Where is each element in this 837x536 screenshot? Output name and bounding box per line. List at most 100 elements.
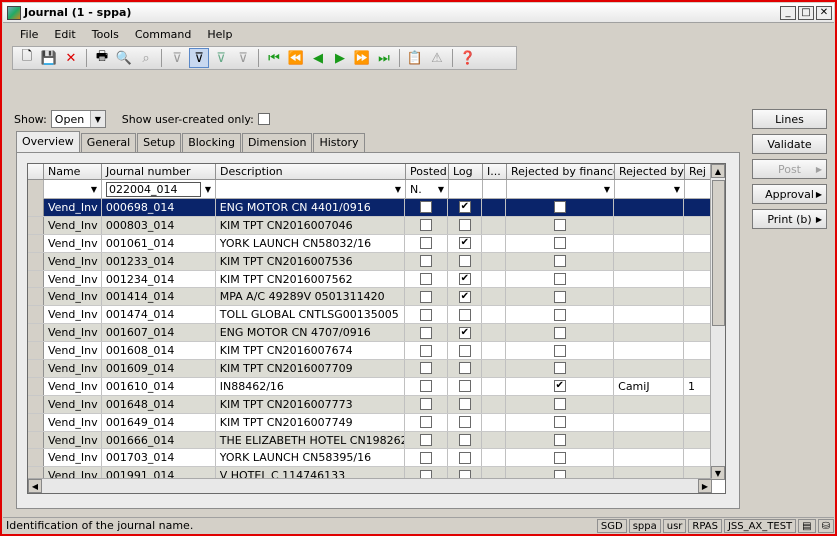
posted-cell[interactable] xyxy=(405,199,449,216)
row-selector[interactable] xyxy=(28,431,44,449)
database-icon[interactable]: ⛁ xyxy=(817,518,834,533)
cell-journal-number[interactable]: 001648_014 xyxy=(102,395,216,413)
cell-journal-number[interactable]: 001666_014 xyxy=(102,431,216,449)
log-cell[interactable] xyxy=(448,252,483,270)
cell-name[interactable]: Vend_Inv xyxy=(44,395,102,413)
cell-description[interactable]: KIM TPT CN2016007562 xyxy=(216,270,406,288)
cell-name[interactable]: Vend_Inv xyxy=(44,342,102,360)
row-selector[interactable] xyxy=(28,306,44,324)
cell-description[interactable]: KIM TPT CN2016007046 xyxy=(216,216,406,234)
approval-button[interactable]: Approval ▶ xyxy=(752,184,827,204)
log-checkbox[interactable] xyxy=(458,380,471,393)
cell-rejected-by[interactable] xyxy=(614,413,685,431)
log-checkbox[interactable] xyxy=(458,398,471,411)
help-icon[interactable]: ❓ xyxy=(458,48,478,68)
rejected-by-finance-checkbox[interactable] xyxy=(553,326,566,339)
filter-by-selection-icon[interactable]: ⊽ xyxy=(189,48,209,68)
rejected-by-finance-cell[interactable]: ✔ xyxy=(506,377,615,395)
filter-rejected-by[interactable]: ▼ xyxy=(615,180,685,199)
row-selector[interactable] xyxy=(28,324,44,342)
rejected-by-finance-checkbox[interactable] xyxy=(553,308,566,321)
first-record-icon[interactable]: ⏮ xyxy=(264,48,284,68)
log-cell[interactable] xyxy=(448,360,483,377)
filter-log[interactable] xyxy=(449,180,483,199)
cell-name[interactable]: Vend_Inv xyxy=(44,288,102,306)
cell-description[interactable]: KIM TPT CN2016007709 xyxy=(216,360,406,377)
cell-description[interactable]: KIM TPT CN2016007674 xyxy=(216,342,406,360)
rejected-by-finance-checkbox[interactable] xyxy=(553,416,566,429)
cell-rejected-by[interactable] xyxy=(614,395,685,413)
posted-checkbox[interactable] xyxy=(420,237,433,250)
rejected-by-finance-cell[interactable] xyxy=(506,288,615,306)
posted-cell[interactable] xyxy=(405,270,449,288)
user-created-checkbox[interactable] xyxy=(257,113,270,125)
cell-name[interactable]: Vend_Inv xyxy=(44,413,102,431)
rejected-by-finance-checkbox[interactable] xyxy=(553,434,566,447)
posted-cell[interactable] xyxy=(405,449,449,467)
posted-cell[interactable] xyxy=(405,377,449,395)
cell-rej[interactable] xyxy=(684,324,713,342)
posted-cell[interactable] xyxy=(405,324,449,342)
posted-checkbox[interactable] xyxy=(420,308,433,321)
row-selector[interactable] xyxy=(28,199,44,216)
tab-blocking[interactable]: Blocking xyxy=(182,133,241,152)
cell-name[interactable]: Vend_Inv xyxy=(44,270,102,288)
cell-name[interactable]: Vend_Inv xyxy=(44,306,102,324)
log-checkbox[interactable] xyxy=(458,255,471,268)
log-checkbox[interactable]: ✔ xyxy=(458,290,471,303)
rejected-by-finance-checkbox[interactable] xyxy=(553,255,566,268)
col-rejected-by-finance[interactable]: Rejected by finance xyxy=(507,164,615,180)
print-button[interactable]: Print (b) ▶ xyxy=(752,209,827,229)
chevron-down-icon[interactable]: ▼ xyxy=(604,185,610,194)
cell-journal-number[interactable]: 001607_014 xyxy=(102,324,216,342)
scroll-right-icon[interactable]: ▶ xyxy=(698,479,712,493)
cell-rej[interactable]: 1 xyxy=(684,377,713,395)
table-row[interactable]: Vend_Inv 001234_014 KIM TPT CN2016007562 ✔ xyxy=(28,270,713,289)
vertical-scroll-thumb[interactable] xyxy=(712,180,725,326)
cell-description[interactable]: YORK LAUNCH CN58395/16 xyxy=(216,449,406,467)
cell-rejected-by[interactable] xyxy=(614,234,685,252)
posted-checkbox[interactable] xyxy=(420,344,433,357)
rejected-by-finance-cell[interactable] xyxy=(506,342,615,360)
cell-i[interactable] xyxy=(482,234,507,252)
cell-rej[interactable] xyxy=(684,216,713,234)
rejected-by-finance-checkbox[interactable] xyxy=(553,362,566,375)
row-selector[interactable] xyxy=(28,234,44,252)
cell-rej[interactable] xyxy=(684,342,713,360)
cell-name[interactable]: Vend_Inv xyxy=(44,360,102,377)
cell-i[interactable] xyxy=(482,199,507,216)
cell-rejected-by[interactable] xyxy=(614,270,685,288)
log-checkbox[interactable] xyxy=(458,434,471,447)
cell-i[interactable] xyxy=(482,324,507,342)
cell-rejected-by[interactable] xyxy=(614,216,685,234)
row-selector[interactable] xyxy=(28,377,44,395)
rejected-by-finance-checkbox[interactable] xyxy=(553,290,566,303)
cell-rej[interactable] xyxy=(684,360,713,377)
cell-rejected-by[interactable] xyxy=(614,252,685,270)
row-selector[interactable] xyxy=(28,360,44,377)
filter-rej[interactable] xyxy=(685,180,713,199)
cell-rej[interactable] xyxy=(684,199,713,216)
col-name[interactable]: Name xyxy=(44,164,102,180)
scroll-left-icon[interactable]: ◀ xyxy=(28,479,42,493)
cell-i[interactable] xyxy=(482,449,507,467)
cell-rejected-by[interactable] xyxy=(614,449,685,467)
rejected-by-finance-checkbox[interactable] xyxy=(553,201,566,214)
filter-icon[interactable]: ⊽ xyxy=(167,48,187,68)
log-checkbox[interactable]: ✔ xyxy=(458,273,471,285)
cell-rej[interactable] xyxy=(684,270,713,288)
horizontal-scrollbar[interactable]: ◀ ▶ xyxy=(28,478,712,493)
cell-i[interactable] xyxy=(482,270,507,288)
tab-history[interactable]: History xyxy=(313,133,365,152)
cell-rejected-by[interactable] xyxy=(614,342,685,360)
tab-general[interactable]: General xyxy=(80,133,137,152)
delete-icon[interactable]: ✕ xyxy=(61,48,81,68)
rejected-by-finance-cell[interactable] xyxy=(506,413,615,431)
row-selector[interactable] xyxy=(28,413,44,431)
rejected-by-finance-cell[interactable] xyxy=(506,234,615,252)
cell-journal-number[interactable]: 001061_014 xyxy=(102,234,216,252)
session-icon[interactable]: ▤ xyxy=(798,518,816,533)
filter-rejected-by-finance[interactable]: ▼ xyxy=(507,180,615,199)
alert-icon[interactable]: ⚠ xyxy=(427,48,447,68)
cell-journal-number[interactable]: 000803_014 xyxy=(102,216,216,234)
